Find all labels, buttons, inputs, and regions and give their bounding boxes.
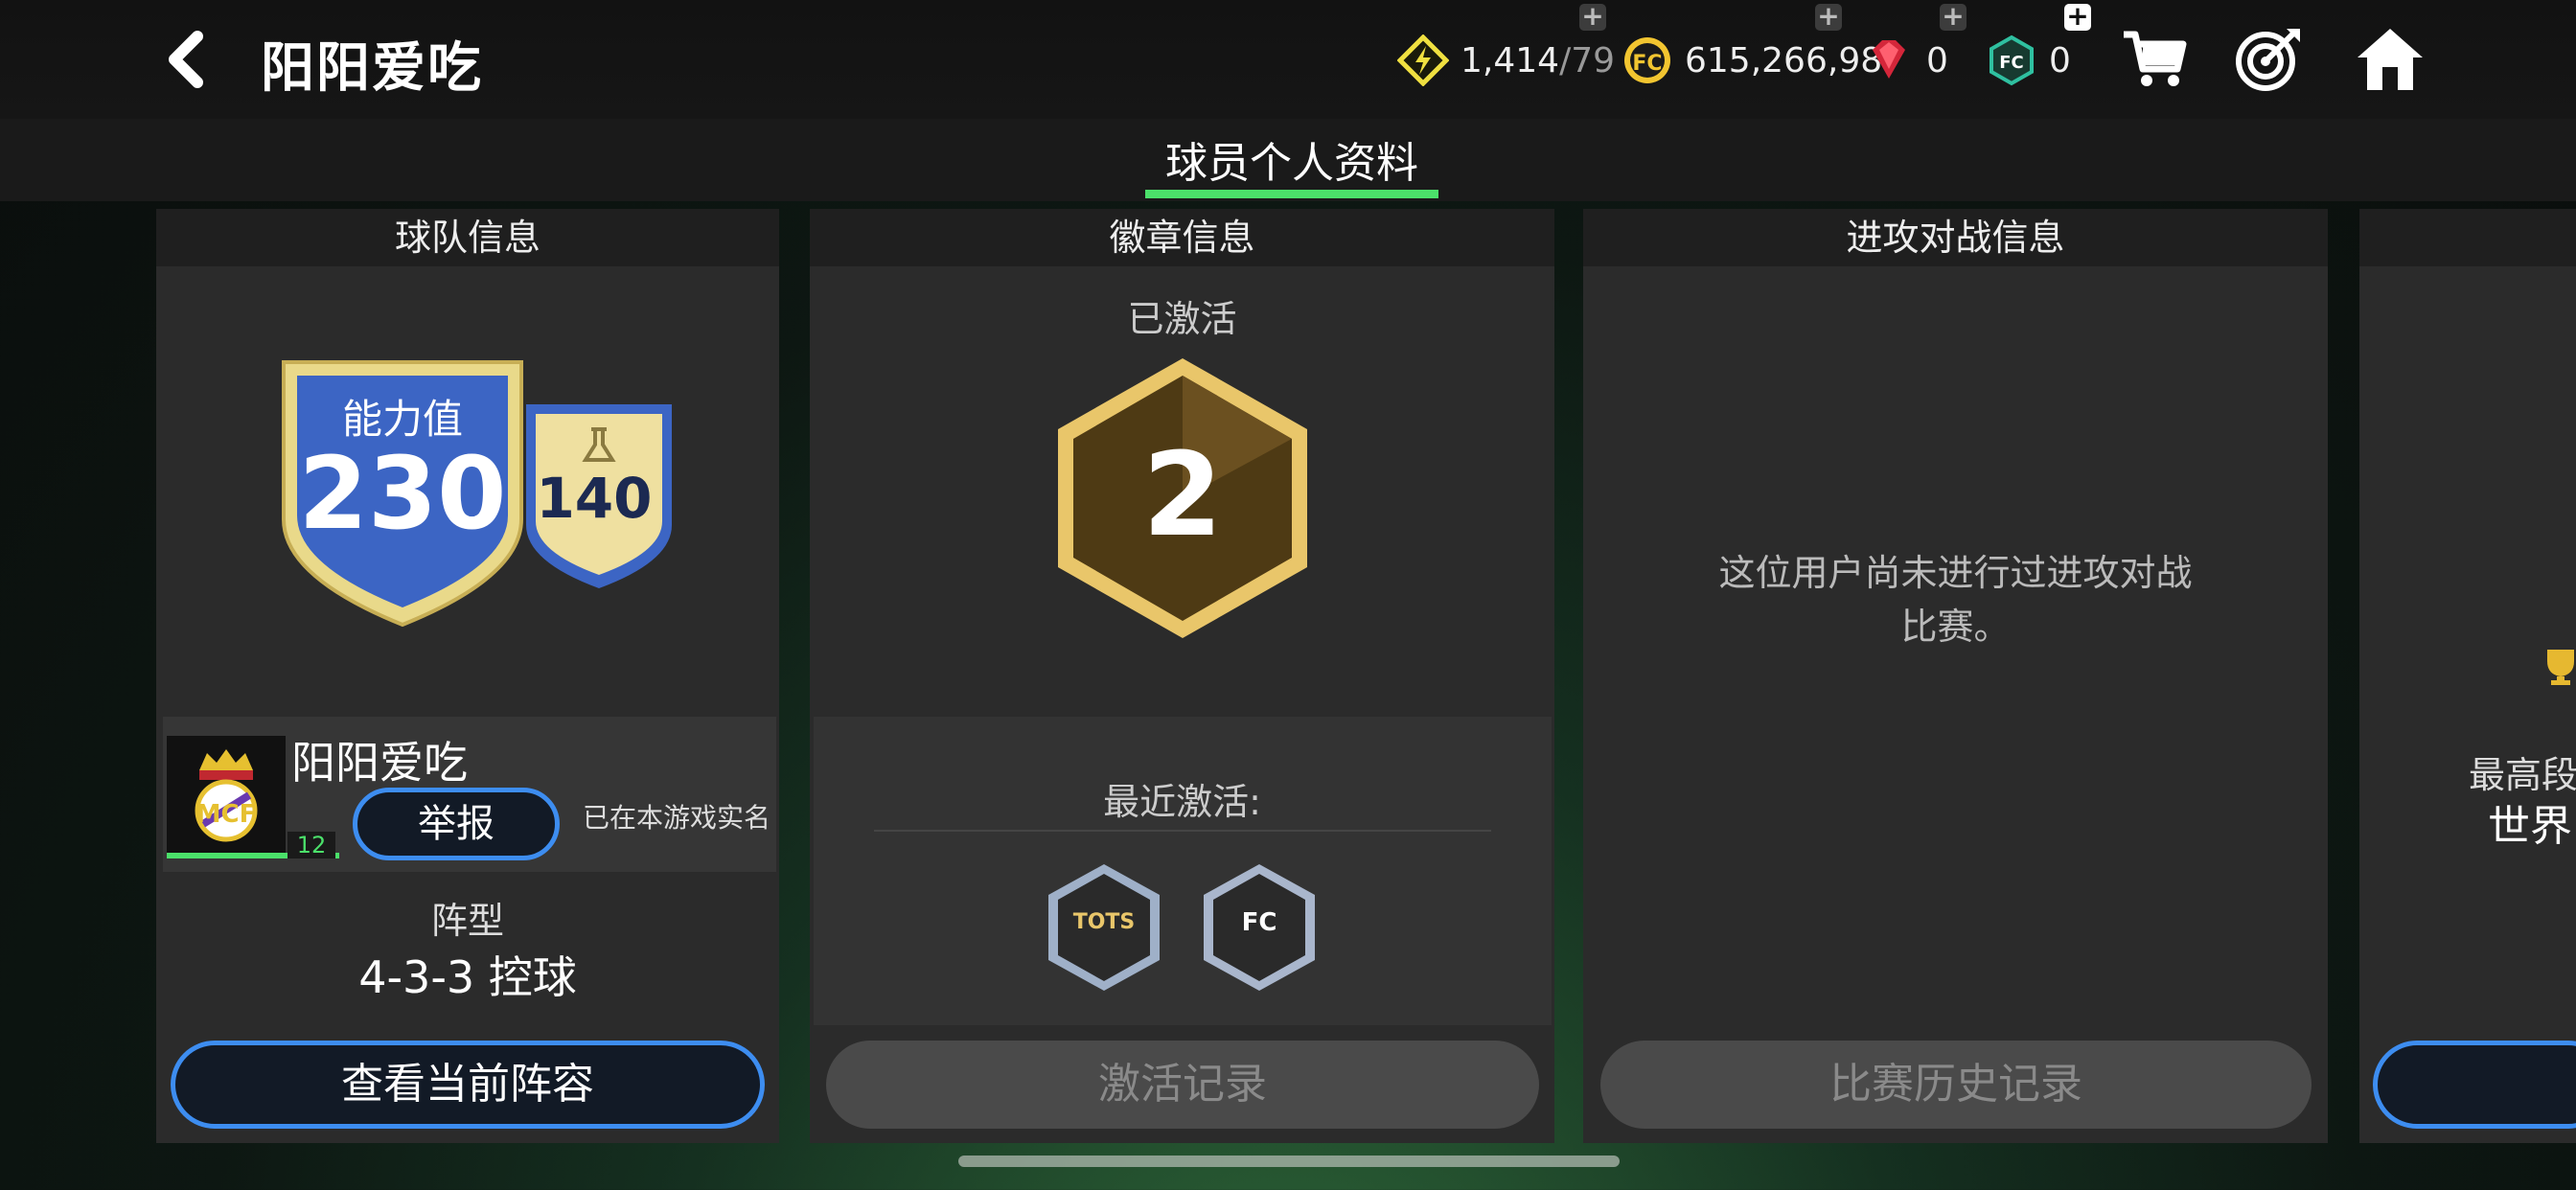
svg-text:FC: FC xyxy=(1999,53,2024,73)
ability-value: 230 xyxy=(298,435,507,552)
team-info-heading: 球队信息 xyxy=(156,209,779,266)
activation-history-button[interactable]: 激活记录 xyxy=(826,1041,1539,1129)
rank-panel-button[interactable] xyxy=(2373,1041,2576,1129)
real-madrid-crest-icon: MCF xyxy=(195,749,258,842)
highest-rank-label: 最高段 xyxy=(2469,754,2576,796)
back-arrow-icon[interactable] xyxy=(163,29,211,90)
attack-empty-message: 这位用户尚未进行过进攻对战 比赛。 xyxy=(1583,546,2328,653)
recent-activation-label: 最近激活: xyxy=(1103,781,1261,823)
formation-label: 阵型 xyxy=(430,900,504,942)
target-icon[interactable] xyxy=(2233,25,2306,94)
page-title: 阳阳爱吃 xyxy=(261,37,483,100)
badge-info-heading: 徽章信息 xyxy=(810,209,1554,266)
cart-icon[interactable] xyxy=(2118,25,2191,94)
ruby-icon xyxy=(1873,40,1905,79)
energy-counter[interactable]: 1,414/79 xyxy=(1397,34,1615,86)
coin-icon: FC xyxy=(1624,37,1670,83)
lightning-icon xyxy=(1397,34,1449,86)
add-fc-points-button[interactable]: + xyxy=(2064,3,2091,31)
formation-value: 4-3-3 控球 xyxy=(358,951,577,1003)
verified-text: 已在本游戏实名 xyxy=(583,802,771,834)
attack-empty-line-2: 比赛。 xyxy=(1900,606,2011,648)
attack-battle-panel: 进攻对战信息 xyxy=(1583,209,2328,1143)
fc-badge-label: FC xyxy=(1241,908,1277,937)
svg-text:FC: FC xyxy=(1632,52,1662,76)
level-badge: 12 xyxy=(288,832,335,858)
rank-panel-heading xyxy=(2359,209,2576,266)
fc-points-counter[interactable]: FC 0 xyxy=(1986,34,2071,86)
activated-label: 已激活 xyxy=(1127,298,1237,340)
gem-counter[interactable]: 0 xyxy=(1863,34,1948,86)
activated-count: 2 xyxy=(1142,429,1223,562)
attack-battle-heading: 进攻对战信息 xyxy=(1583,209,2328,266)
match-history-button[interactable]: 比赛历史记录 xyxy=(1600,1041,2312,1129)
add-energy-button[interactable]: + xyxy=(1579,3,1606,31)
energy-current: 1,414 xyxy=(1460,40,1560,80)
home-indicator[interactable] xyxy=(958,1156,1620,1167)
gem-amount: 0 xyxy=(1926,40,1948,80)
recent-activation-area xyxy=(814,717,1552,1025)
view-lineup-button[interactable]: 查看当前阵容 xyxy=(171,1041,765,1129)
trophy-icon xyxy=(2547,650,2574,685)
svg-text:MCF: MCF xyxy=(196,800,257,829)
attack-empty-line-1: 这位用户尚未进行过进攻对战 xyxy=(1718,552,2193,594)
energy-max: /79 xyxy=(1559,40,1615,80)
divider xyxy=(874,830,1491,832)
tots-badge-label: TOTS xyxy=(1072,910,1136,934)
home-icon[interactable] xyxy=(2354,25,2426,94)
fc-points-icon: FC xyxy=(1990,34,2034,86)
active-tab-indicator xyxy=(1145,190,1438,198)
club-crest-avatar: MCF xyxy=(167,736,286,855)
add-coins-button[interactable]: + xyxy=(1815,3,1842,31)
rank-value: 世界 xyxy=(2488,802,2572,851)
tab-player-profile[interactable]: 球员个人资料 xyxy=(1145,121,1438,197)
username: 阳阳爱吃 xyxy=(291,737,468,789)
report-button[interactable]: 举报 xyxy=(353,788,560,860)
secondary-rating-value: 140 xyxy=(536,466,653,531)
coin-counter[interactable]: FC 615,266,987 xyxy=(1622,34,1904,86)
fc-points-amount: 0 xyxy=(2049,40,2071,80)
add-gems-button[interactable]: + xyxy=(1940,3,1966,31)
